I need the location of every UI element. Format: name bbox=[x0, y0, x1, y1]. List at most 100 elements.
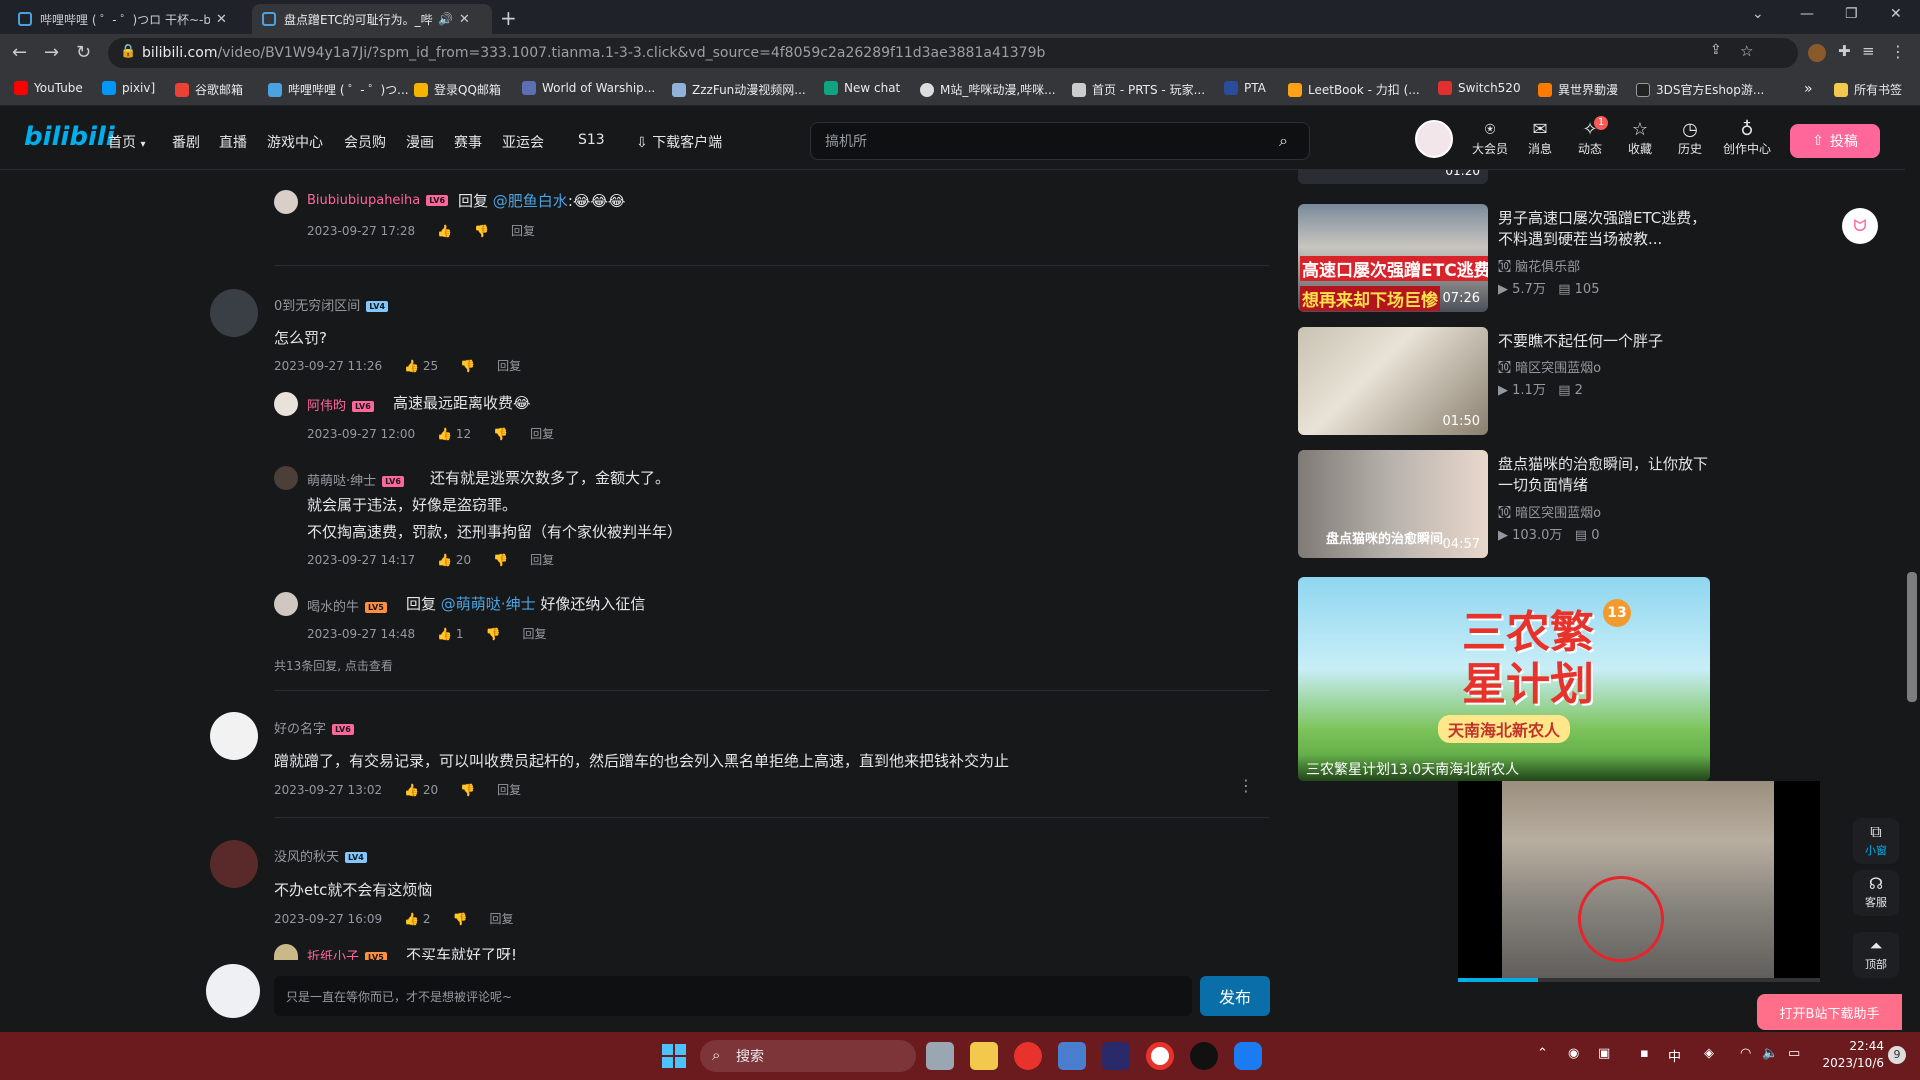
restore-icon[interactable]: ❐ bbox=[1845, 6, 1858, 22]
video-title[interactable]: 盘点猫咪的治愈瞬间，让你放下一切负面情绪 bbox=[1498, 454, 1708, 496]
dislike-icon[interactable]: 👎 bbox=[474, 224, 489, 238]
comment-username[interactable]: 萌萌哒·绅士 LV6 bbox=[307, 470, 404, 489]
like-icon[interactable]: 👍 2 bbox=[404, 912, 430, 926]
avatar[interactable] bbox=[274, 190, 298, 214]
avatar[interactable] bbox=[274, 944, 298, 960]
back-icon[interactable]: ← bbox=[12, 42, 27, 63]
mascot-icon[interactable]: ᗢ bbox=[1842, 208, 1878, 244]
comment-username[interactable]: 好の名字 LV6 bbox=[274, 718, 354, 737]
browser-tab[interactable]: 哔哩哔哩 ( ゜- ゜)つロ 干杯~-bili ✕ bbox=[8, 4, 248, 34]
search-input[interactable]: 搞机所 ⌕ bbox=[810, 122, 1310, 160]
task-view-icon[interactable] bbox=[926, 1042, 954, 1070]
video-thumbnail[interactable]: 盘点猫咪的治愈瞬间 04:57 bbox=[1298, 450, 1488, 558]
close-tab-icon[interactable]: ✕ bbox=[216, 12, 227, 27]
scrollbar-thumb[interactable] bbox=[1907, 572, 1917, 702]
star-icon[interactable]: ☆ bbox=[1740, 42, 1753, 60]
media-icon[interactable]: ≡ bbox=[1862, 42, 1875, 60]
bookmark-pta[interactable]: PTA bbox=[1224, 81, 1266, 95]
bookmark-switch520[interactable]: Switch520 bbox=[1438, 81, 1521, 95]
header-creator[interactable]: ♁ 创作中心 bbox=[1722, 120, 1772, 157]
header-message[interactable]: ✉ 消息 bbox=[1520, 120, 1560, 157]
like-icon[interactable]: 👍 20 bbox=[437, 553, 471, 567]
reply-button[interactable]: 回复 bbox=[511, 224, 535, 238]
bookmark-zzzfun[interactable]: ZzzFun动漫视频网... bbox=[672, 81, 806, 98]
jetbrains-icon[interactable] bbox=[1102, 1042, 1130, 1070]
comment-input[interactable]: 只是一直在等你而已，才不是想被评论呢~ bbox=[274, 976, 1192, 1016]
dislike-icon[interactable]: 👎 bbox=[493, 427, 508, 441]
like-icon[interactable]: 👍 1 bbox=[437, 627, 463, 641]
speaker-icon[interactable]: 🔊 bbox=[438, 12, 453, 26]
comment-username[interactable]: Biubiubiupaheiha LV6 bbox=[307, 193, 449, 208]
reply-button[interactable]: 回复 bbox=[530, 427, 554, 441]
tab-search-icon[interactable]: ⌄ bbox=[1752, 6, 1764, 22]
nav-game-center[interactable]: 游戏中心 bbox=[267, 132, 323, 152]
nav-live[interactable]: 直播 bbox=[219, 132, 247, 152]
video-uploader[interactable]: ㉈ 脑花俱乐部 bbox=[1498, 256, 1580, 275]
search-icon[interactable]: ⌕ bbox=[1279, 131, 1288, 151]
reply-button[interactable]: 回复 bbox=[530, 553, 554, 567]
dislike-icon[interactable]: 👎 bbox=[453, 912, 468, 926]
bilibili-logo[interactable]: bilibili bbox=[24, 122, 115, 152]
chrome-icon[interactable] bbox=[1146, 1042, 1174, 1070]
video-thumbnail-partial[interactable]: 01:20 bbox=[1298, 170, 1488, 184]
dislike-icon[interactable]: 👎 bbox=[460, 359, 475, 373]
mini-window-button[interactable]: ⧉ 小窗 bbox=[1853, 818, 1899, 864]
tray-overflow-icon[interactable]: ⌃ bbox=[1537, 1046, 1548, 1061]
battery-icon[interactable]: ▭ bbox=[1788, 1046, 1800, 1061]
download-helper-button[interactable]: 打开B站下载助手 bbox=[1757, 994, 1902, 1030]
reply-button[interactable]: 回复 bbox=[497, 783, 521, 797]
forward-icon[interactable]: → bbox=[44, 42, 59, 63]
upload-button[interactable]: ⇧ 投稿 bbox=[1790, 124, 1880, 158]
avatar[interactable] bbox=[274, 392, 298, 416]
app-icon[interactable] bbox=[1014, 1042, 1042, 1070]
related-video-card[interactable]: 盘点猫咪的治愈瞬间 04:57 盘点猫咪的治愈瞬间，让你放下一切负面情绪 ㉈ 暗… bbox=[1298, 450, 1738, 560]
dislike-icon[interactable]: 👎 bbox=[493, 553, 508, 567]
close-tab-icon[interactable]: ✕ bbox=[459, 12, 470, 27]
bookmark-3ds[interactable]: 3DS官方Eshop游... bbox=[1636, 81, 1764, 98]
extension-icon[interactable] bbox=[1808, 44, 1826, 62]
wifi-icon[interactable]: ◠ bbox=[1740, 1046, 1751, 1061]
nav-esports[interactable]: 赛事 bbox=[454, 132, 482, 152]
nav-mall[interactable]: 会员购 bbox=[344, 132, 386, 152]
bookmark-bilibili[interactable]: 哔哩哔哩 ( ゜- ゜)つ... bbox=[268, 81, 409, 98]
windows-start-icon[interactable] bbox=[662, 1044, 686, 1068]
bookmark-gmail[interactable]: 谷歌邮箱 bbox=[175, 81, 243, 98]
app-icon[interactable] bbox=[1058, 1042, 1086, 1070]
customer-service-button[interactable]: ☊ 客服 bbox=[1853, 870, 1899, 916]
qq-icon[interactable] bbox=[1190, 1042, 1218, 1070]
minimize-icon[interactable]: — bbox=[1800, 6, 1814, 22]
close-window-icon[interactable]: ✕ bbox=[1890, 6, 1902, 22]
header-vip[interactable]: ⍟ 大会员 bbox=[1470, 120, 1510, 157]
volume-icon[interactable]: 🔈 bbox=[1762, 1046, 1778, 1061]
bookmark-pixiv[interactable]: pixiv] bbox=[102, 81, 155, 95]
nav-s13[interactable]: S13 bbox=[578, 132, 605, 148]
dislike-icon[interactable]: 👎 bbox=[486, 627, 501, 641]
related-video-card[interactable]: 高速口屡次强蹭ETC逃费 想再来却下场巨惨 07:26 男子高速口屡次强蹭ETC… bbox=[1298, 204, 1738, 314]
header-dynamic[interactable]: ✧ 动态 1 bbox=[1570, 116, 1610, 157]
avatar[interactable] bbox=[274, 592, 298, 616]
comment-username[interactable]: 喝水的牛 LV5 bbox=[307, 596, 387, 615]
avatar[interactable] bbox=[210, 289, 258, 337]
bookmark-qqmail[interactable]: 登录QQ邮箱 bbox=[414, 81, 501, 98]
video-title[interactable]: 男子高速口屡次强蹭ETC逃费，不料遇到硬茬当场被教... bbox=[1498, 208, 1708, 250]
video-thumbnail[interactable]: 01:50 bbox=[1298, 327, 1488, 435]
nav-home[interactable]: 首页 ▾ bbox=[108, 132, 145, 152]
nav-asian-games[interactable]: 亚运会 bbox=[502, 132, 544, 152]
reload-icon[interactable]: ↻ bbox=[76, 42, 91, 63]
file-explorer-icon[interactable] bbox=[970, 1042, 998, 1070]
bookmarks-more-button[interactable]: » bbox=[1804, 81, 1813, 97]
comment-username[interactable]: 阿伟昀 LV6 bbox=[307, 395, 374, 414]
dislike-icon[interactable]: 👎 bbox=[460, 783, 475, 797]
bookmark-youtube[interactable]: YouTube bbox=[14, 81, 83, 95]
bookmark-mzhan[interactable]: M站_哔咪动漫,哔咪... bbox=[920, 81, 1056, 98]
page-scrollbar[interactable] bbox=[1905, 106, 1920, 1032]
mini-player[interactable] bbox=[1458, 781, 1820, 982]
nav-download-client[interactable]: ⇩ 下载客户端 bbox=[636, 132, 722, 152]
tray-app-icon[interactable]: ▪ bbox=[1640, 1046, 1649, 1061]
back-to-top-button[interactable]: ⏶ 顶部 bbox=[1853, 932, 1899, 978]
user-avatar[interactable] bbox=[1415, 120, 1453, 158]
mention-link[interactable]: @萌萌哒·绅士 bbox=[441, 595, 536, 613]
bookmark-isekai[interactable]: 異世界動漫 bbox=[1538, 81, 1618, 98]
input-method[interactable]: 中 bbox=[1668, 1046, 1681, 1065]
menu-icon[interactable]: ⋮ bbox=[1890, 42, 1906, 61]
